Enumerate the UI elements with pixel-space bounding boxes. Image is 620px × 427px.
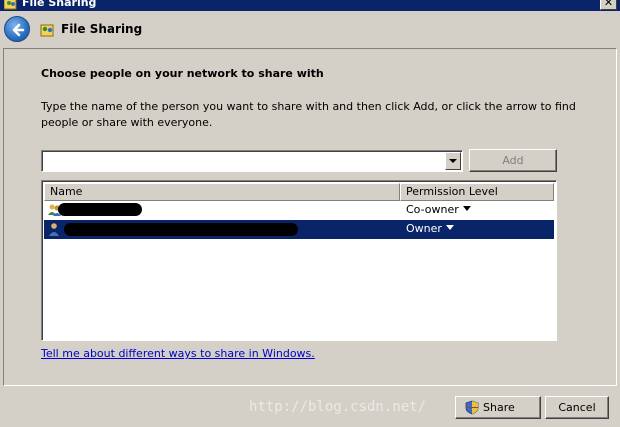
- window-title: File Sharing: [22, 0, 97, 9]
- people-list: Name Permission Level Co-owner Owner: [41, 180, 557, 341]
- permission-level[interactable]: Owner: [406, 222, 454, 235]
- close-icon: ✕: [603, 0, 614, 9]
- combo-dropdown-arrow[interactable]: [445, 152, 461, 170]
- person-combobox[interactable]: [41, 150, 463, 172]
- dropdown-arrow-icon: [462, 206, 471, 211]
- redacted-name: [58, 203, 142, 216]
- title-bar: File Sharing ✕: [0, 0, 620, 11]
- share-label: Share: [483, 401, 515, 414]
- page-title: File Sharing: [61, 22, 143, 36]
- help-link[interactable]: Tell me about different ways to share in…: [41, 347, 315, 360]
- column-header-permission[interactable]: Permission Level: [400, 183, 554, 201]
- user-icon: [49, 223, 59, 236]
- dropdown-arrow-icon: [445, 225, 454, 230]
- back-arrow-icon: [12, 23, 25, 37]
- permission-level[interactable]: Co-owner: [406, 203, 471, 216]
- file-sharing-icon: [4, 0, 17, 10]
- cancel-button[interactable]: Cancel: [545, 396, 609, 419]
- person-input[interactable]: [45, 153, 440, 169]
- back-button[interactable]: [4, 16, 30, 42]
- file-sharing-icon: [40, 24, 54, 37]
- watermark: http://blog.csdn.net/: [249, 399, 427, 415]
- list-header: Name Permission Level: [44, 183, 554, 201]
- instructions-text: Type the name of the person you want to …: [41, 100, 576, 129]
- uac-shield-icon: [465, 400, 479, 415]
- list-item[interactable]: Co-owner: [44, 201, 554, 220]
- section-heading: Choose people on your network to share w…: [41, 67, 324, 80]
- column-header-name[interactable]: Name: [44, 183, 400, 201]
- navigation-bar: File Sharing: [0, 11, 620, 48]
- content-panel: Choose people on your network to share w…: [3, 48, 617, 386]
- list-item[interactable]: Owner: [44, 220, 554, 239]
- share-button[interactable]: Share: [455, 396, 541, 419]
- close-button[interactable]: ✕: [600, 0, 617, 10]
- add-button[interactable]: Add: [469, 149, 557, 172]
- redacted-name: [64, 223, 298, 236]
